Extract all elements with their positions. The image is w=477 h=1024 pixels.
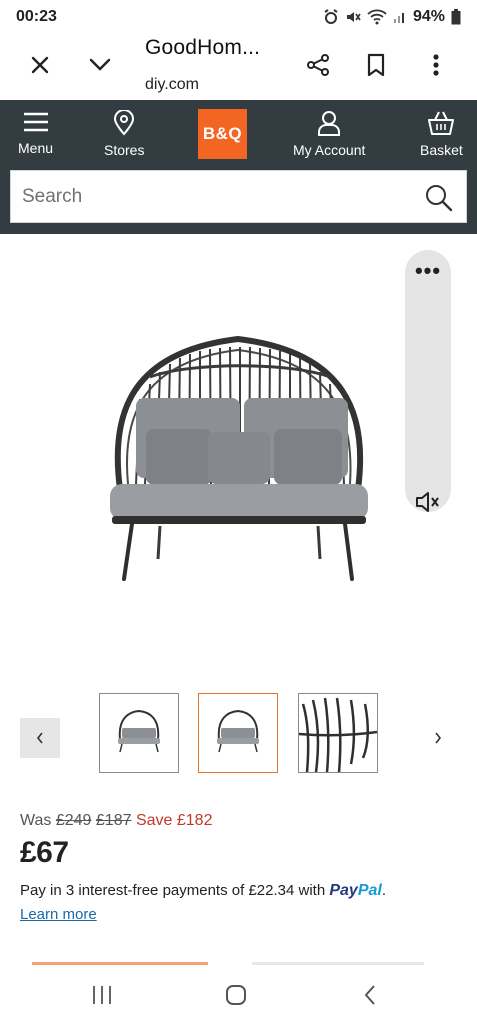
wifi-icon xyxy=(367,9,387,25)
thumbnail-3[interactable] xyxy=(298,693,378,773)
thumbnail-carousel xyxy=(0,692,477,776)
current-price: £67 xyxy=(20,836,69,869)
back-icon[interactable] xyxy=(350,980,390,1010)
bookmark-icon[interactable] xyxy=(358,47,394,83)
nav-stores-label: Stores xyxy=(104,142,145,158)
search-bar[interactable] xyxy=(10,170,467,223)
search-icon[interactable] xyxy=(425,184,453,212)
logo-text: B&Q xyxy=(202,124,243,143)
thumbnail-1[interactable] xyxy=(99,693,179,773)
more-horiz-icon[interactable]: ••• xyxy=(405,260,451,282)
nav-stores[interactable]: Stores xyxy=(104,110,144,158)
nav-basket-label: Basket xyxy=(420,142,463,158)
product-image-area[interactable]: ••• xyxy=(0,234,477,684)
price-block: Was £249 £187 Save £182 £67 Pay in 3 int… xyxy=(20,812,460,924)
carousel-next-button[interactable] xyxy=(424,718,452,758)
nav-account[interactable]: My Account xyxy=(293,110,365,158)
android-nav-bar xyxy=(0,966,477,1024)
alarm-icon xyxy=(324,9,338,24)
status-bar: 00:23 94% xyxy=(0,0,477,34)
carousel-prev-button[interactable] xyxy=(20,718,60,758)
basket-icon xyxy=(428,111,455,135)
site-header: Menu Stores B&Q My Account Basket xyxy=(0,100,477,234)
paypal-message: Pay in 3 interest-free payments of £22.3… xyxy=(20,882,460,900)
user-icon xyxy=(318,111,341,136)
status-icons: 94% xyxy=(323,8,461,26)
nav-menu-label: Menu xyxy=(18,140,54,156)
chevron-left-icon xyxy=(36,732,43,744)
partial-divider-edge xyxy=(252,962,424,965)
volume-mute-icon[interactable] xyxy=(415,490,441,514)
was-label: Was xyxy=(20,812,52,829)
was-price-previous: £187 xyxy=(95,812,132,829)
status-time: 00:23 xyxy=(16,8,57,25)
nav-account-label: My Account xyxy=(293,142,366,158)
nav-menu[interactable]: Menu xyxy=(18,110,53,156)
paypal-logo: PayPal xyxy=(329,882,381,899)
close-icon[interactable] xyxy=(22,47,58,83)
recent-apps-icon[interactable] xyxy=(82,980,122,1010)
nav-basket[interactable]: Basket xyxy=(420,110,463,158)
browser-bar: GoodHom... diy.com xyxy=(0,34,477,100)
chevron-down-icon[interactable] xyxy=(82,47,118,83)
save-amount: Save £182 xyxy=(135,812,213,829)
was-price-line: Was £249 £187 Save £182 xyxy=(20,812,460,830)
paypal-logo-pay: Pay xyxy=(329,882,358,899)
paypal-logo-pal: Pal xyxy=(357,882,382,899)
page-title[interactable]: GoodHom... xyxy=(145,36,260,60)
bq-logo[interactable]: B&Q xyxy=(198,109,247,159)
signal-icon xyxy=(393,13,404,23)
mute-status-icon xyxy=(346,12,361,22)
menu-icon xyxy=(23,112,48,132)
search-input[interactable] xyxy=(22,185,412,208)
paypal-text: Pay in 3 interest-free payments of £22.3… xyxy=(20,882,326,899)
learn-more-link[interactable]: Learn more xyxy=(20,906,97,923)
paypal-suffix: . xyxy=(381,882,386,899)
home-icon[interactable] xyxy=(216,980,256,1010)
floating-video-controls[interactable]: ••• xyxy=(405,250,451,512)
share-icon[interactable] xyxy=(300,47,336,83)
thumbnail-2[interactable] xyxy=(198,693,278,773)
battery-icon xyxy=(451,9,461,25)
location-pin-icon xyxy=(114,110,135,136)
battery-percent: 94% xyxy=(412,8,445,25)
more-vert-icon[interactable] xyxy=(418,47,454,83)
chevron-right-icon xyxy=(435,732,442,744)
page-domain[interactable]: diy.com xyxy=(145,76,199,94)
partial-button-edge xyxy=(32,962,208,965)
was-price-original: £249 xyxy=(55,812,92,829)
